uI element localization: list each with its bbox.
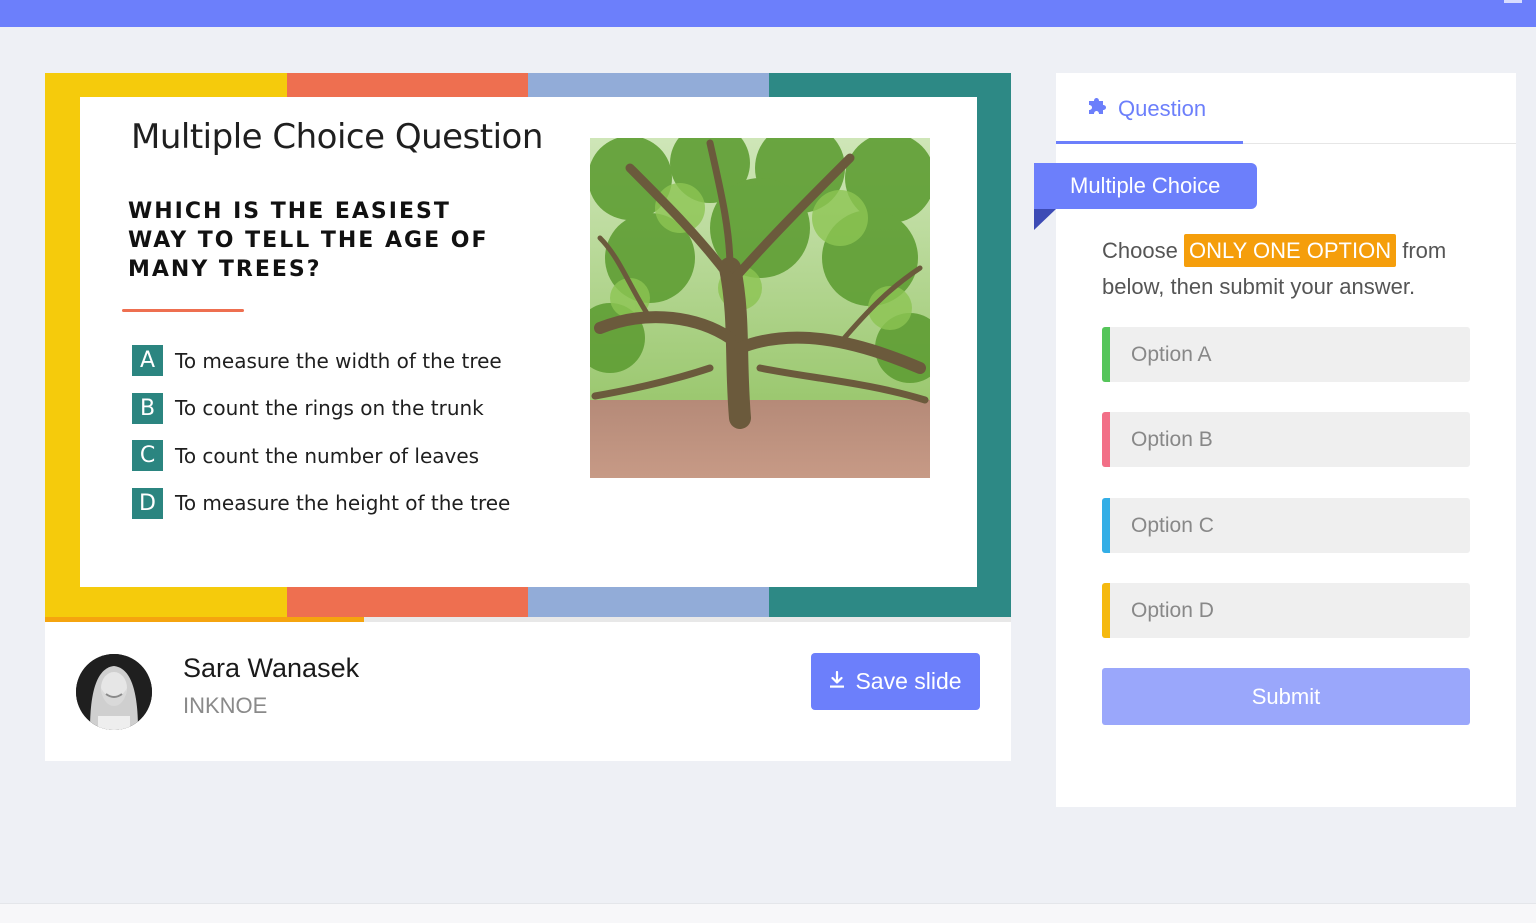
slide-content: Multiple Choice Question WHICH IS THE EA… (80, 97, 977, 587)
slide-answer-list: A To measure the width of the tree B To … (132, 344, 510, 534)
instructions: Choose ONLY ONE OPTION from below, then … (1102, 233, 1482, 305)
answer-letter-badge: C (132, 440, 163, 471)
author-name: Sara Wanasek (183, 653, 360, 683)
download-icon (829, 668, 845, 695)
option-c[interactable]: Option C (1102, 498, 1470, 553)
instructions-highlight: ONLY ONE OPTION (1183, 234, 1397, 267)
answer-text: To measure the width of the tree (175, 348, 502, 373)
top-bar-accent (1504, 0, 1522, 3)
puzzle-icon (1086, 95, 1108, 123)
frame-band-yellow-top (45, 73, 287, 97)
option-label: Option D (1131, 598, 1214, 622)
frame-band-blue-top (528, 73, 769, 97)
option-d[interactable]: Option D (1102, 583, 1470, 638)
slide-answer-c: C To count the number of leaves (132, 439, 510, 472)
tab-question[interactable]: Question (1086, 95, 1206, 123)
submit-button[interactable]: Submit (1102, 668, 1470, 725)
option-label: Option A (1131, 342, 1212, 366)
answer-letter-badge: A (132, 345, 163, 376)
option-b[interactable]: Option B (1102, 412, 1470, 467)
slide-question: WHICH IS THE EASIEST WAY TO TELL THE AGE… (128, 199, 489, 282)
bottom-strip (0, 903, 1536, 923)
option-color-bar (1102, 327, 1110, 382)
question-type-label: Multiple Choice (1070, 173, 1221, 198)
top-bar (0, 0, 1536, 27)
tree-photo (590, 138, 930, 478)
slide-progress-fill (45, 617, 364, 622)
submit-label: Submit (1251, 683, 1321, 709)
answer-text: To count the number of leaves (175, 443, 480, 468)
slide-answer-a: A To measure the width of the tree (132, 344, 510, 377)
ribbon-fold (1034, 209, 1056, 230)
frame-band-blue-bottom (528, 587, 769, 617)
slide-card: Multiple Choice Question WHICH IS THE EA… (45, 73, 1011, 761)
frame-band-yellow-left (45, 73, 80, 617)
answer-letter-badge: B (132, 392, 163, 424)
option-label: Option C (1131, 513, 1214, 537)
answer-letter-badge: D (132, 487, 163, 519)
option-color-bar (1102, 498, 1110, 553)
question-type-ribbon: Multiple Choice (1034, 163, 1257, 209)
slide-answer-b: B To count the rings on the trunk (132, 392, 510, 425)
frame-band-teal-bottom (769, 587, 1011, 617)
answer-text: To measure the height of the tree (175, 491, 511, 515)
slide-preview: Multiple Choice Question WHICH IS THE EA… (45, 73, 1011, 617)
frame-band-teal-right (977, 73, 1011, 617)
slide-divider (122, 309, 244, 312)
option-a[interactable]: Option A (1102, 327, 1470, 382)
option-label: Option B (1131, 427, 1213, 451)
frame-band-coral-top (287, 73, 528, 97)
frame-band-teal-top (769, 73, 1011, 97)
slide-progress-track (45, 617, 1011, 622)
slide-answer-d: D To measure the height of the tree (132, 487, 510, 520)
save-slide-label: Save slide (855, 668, 962, 694)
instructions-pre: Choose (1102, 238, 1178, 263)
avatar (76, 654, 152, 730)
tab-active-indicator (1056, 141, 1243, 144)
slide-title: Multiple Choice Question (131, 117, 543, 157)
author-organization: INKNOE (183, 693, 268, 718)
tab-question-label: Question (1118, 96, 1207, 121)
option-color-bar (1102, 412, 1110, 467)
frame-band-yellow-bottom (45, 587, 287, 617)
answer-text: To count the rings on the trunk (175, 396, 484, 420)
frame-band-coral-bottom (287, 587, 528, 617)
option-color-bar (1102, 583, 1110, 638)
save-slide-button[interactable]: Save slide (811, 653, 980, 710)
